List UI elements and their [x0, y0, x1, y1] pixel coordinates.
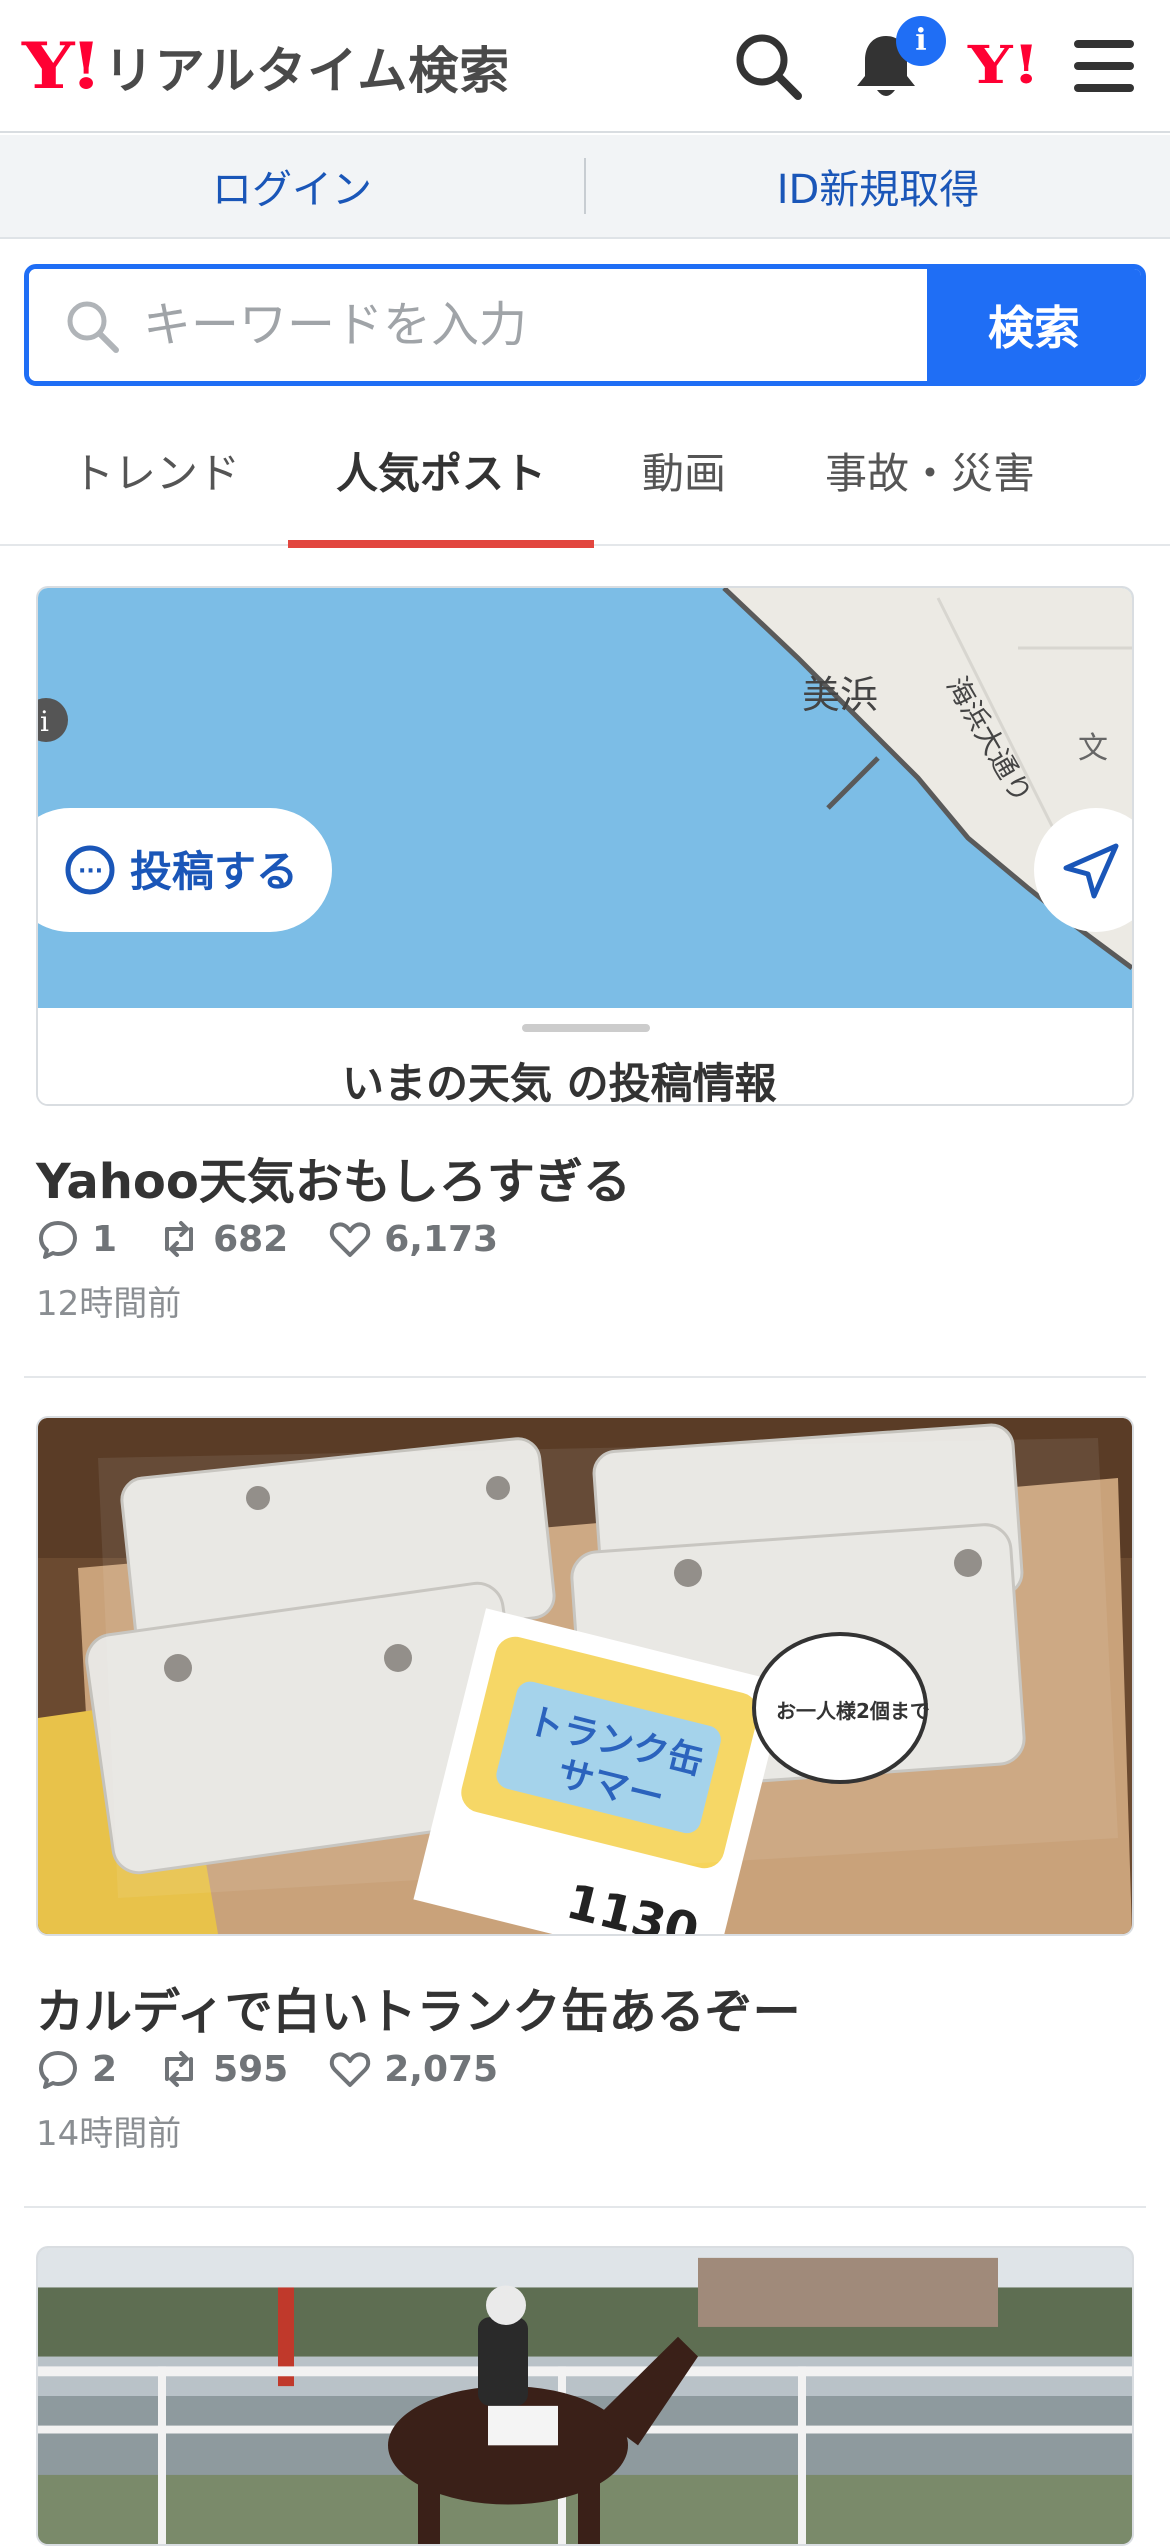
tab-trend[interactable]: トレンド — [36, 410, 276, 546]
post-time: 12時間前 — [36, 1284, 182, 1324]
post-separator — [24, 1376, 1146, 1378]
reply-icon — [39, 1221, 77, 1259]
post-stats: 1 682 6,173 — [36, 1214, 538, 1264]
menu-icon[interactable] — [1066, 28, 1142, 104]
login-link[interactable]: ログイン — [0, 157, 584, 215]
tab-accident-disaster[interactable]: 事故・災害 — [790, 410, 1070, 546]
map-school-symbol: 文 — [1078, 731, 1108, 766]
search-input[interactable] — [143, 269, 943, 381]
search-icon[interactable] — [730, 28, 806, 104]
heart-icon — [330, 2052, 371, 2087]
app-header: Y! リアルタイム検索 i Y! — [0, 0, 1170, 133]
svg-text:i: i — [40, 705, 49, 738]
post-image[interactable] — [36, 2246, 1134, 2546]
category-tabs: トレンド 人気ポスト 動画 事故・災害 — [0, 410, 1170, 548]
reply-count[interactable]: 2 — [36, 2047, 117, 2091]
reply-icon — [39, 2051, 77, 2089]
yahoo-japan-icon[interactable]: Y! — [968, 34, 1040, 98]
post-stats: 2 595 2,075 — [36, 2044, 538, 2094]
svg-text:···: ··· — [78, 859, 103, 884]
site-logo[interactable]: Y! リアルタイム検索 — [22, 32, 510, 102]
search-field — [29, 269, 943, 381]
search-bar: 検索 — [24, 264, 1146, 386]
search-button[interactable]: 検索 — [927, 269, 1141, 381]
logo-text: リアルタイム検索 — [103, 42, 511, 100]
reply-count[interactable]: 1 — [36, 1217, 117, 1261]
post-time: 14時間前 — [36, 2114, 182, 2154]
like-count[interactable]: 6,173 — [328, 1217, 498, 1261]
account-bar: ログイン ID新規取得 — [0, 135, 1170, 239]
yahoo-logo-mark: Y! — [22, 29, 102, 104]
repost-count[interactable]: 682 — [157, 1217, 288, 1261]
post-title[interactable]: Yahoo天気おもしろすぎる — [36, 1142, 631, 1212]
repost-icon — [165, 2051, 194, 2087]
like-count[interactable]: 2,075 — [328, 2047, 498, 2091]
register-id-link[interactable]: ID新規取得 — [586, 157, 1170, 215]
post-separator — [24, 2206, 1146, 2208]
post-image[interactable]: 美浜 海浜大通り 文 i ··· 投稿する いまの天気 の投稿情報 — [36, 586, 1134, 1106]
post-title[interactable]: カルディで白いトランク缶あるぞー — [36, 1972, 801, 2042]
notification-badge[interactable]: i — [896, 16, 946, 66]
post-image[interactable]: トランク缶 サマー 1130 お一人様2個まで — [36, 1416, 1134, 1936]
repost-icon — [165, 1221, 194, 1257]
tab-popular-posts[interactable]: 人気ポスト — [288, 410, 594, 548]
panel-title: いまの天気 の投稿情報 — [342, 1059, 777, 1104]
search-icon — [61, 295, 123, 357]
tab-video[interactable]: 動画 — [600, 410, 768, 546]
map-place-label: 美浜 — [802, 673, 878, 717]
repost-count[interactable]: 595 — [157, 2047, 288, 2091]
post-button-text: 投稿する — [130, 847, 298, 896]
heart-icon — [330, 1222, 371, 1257]
